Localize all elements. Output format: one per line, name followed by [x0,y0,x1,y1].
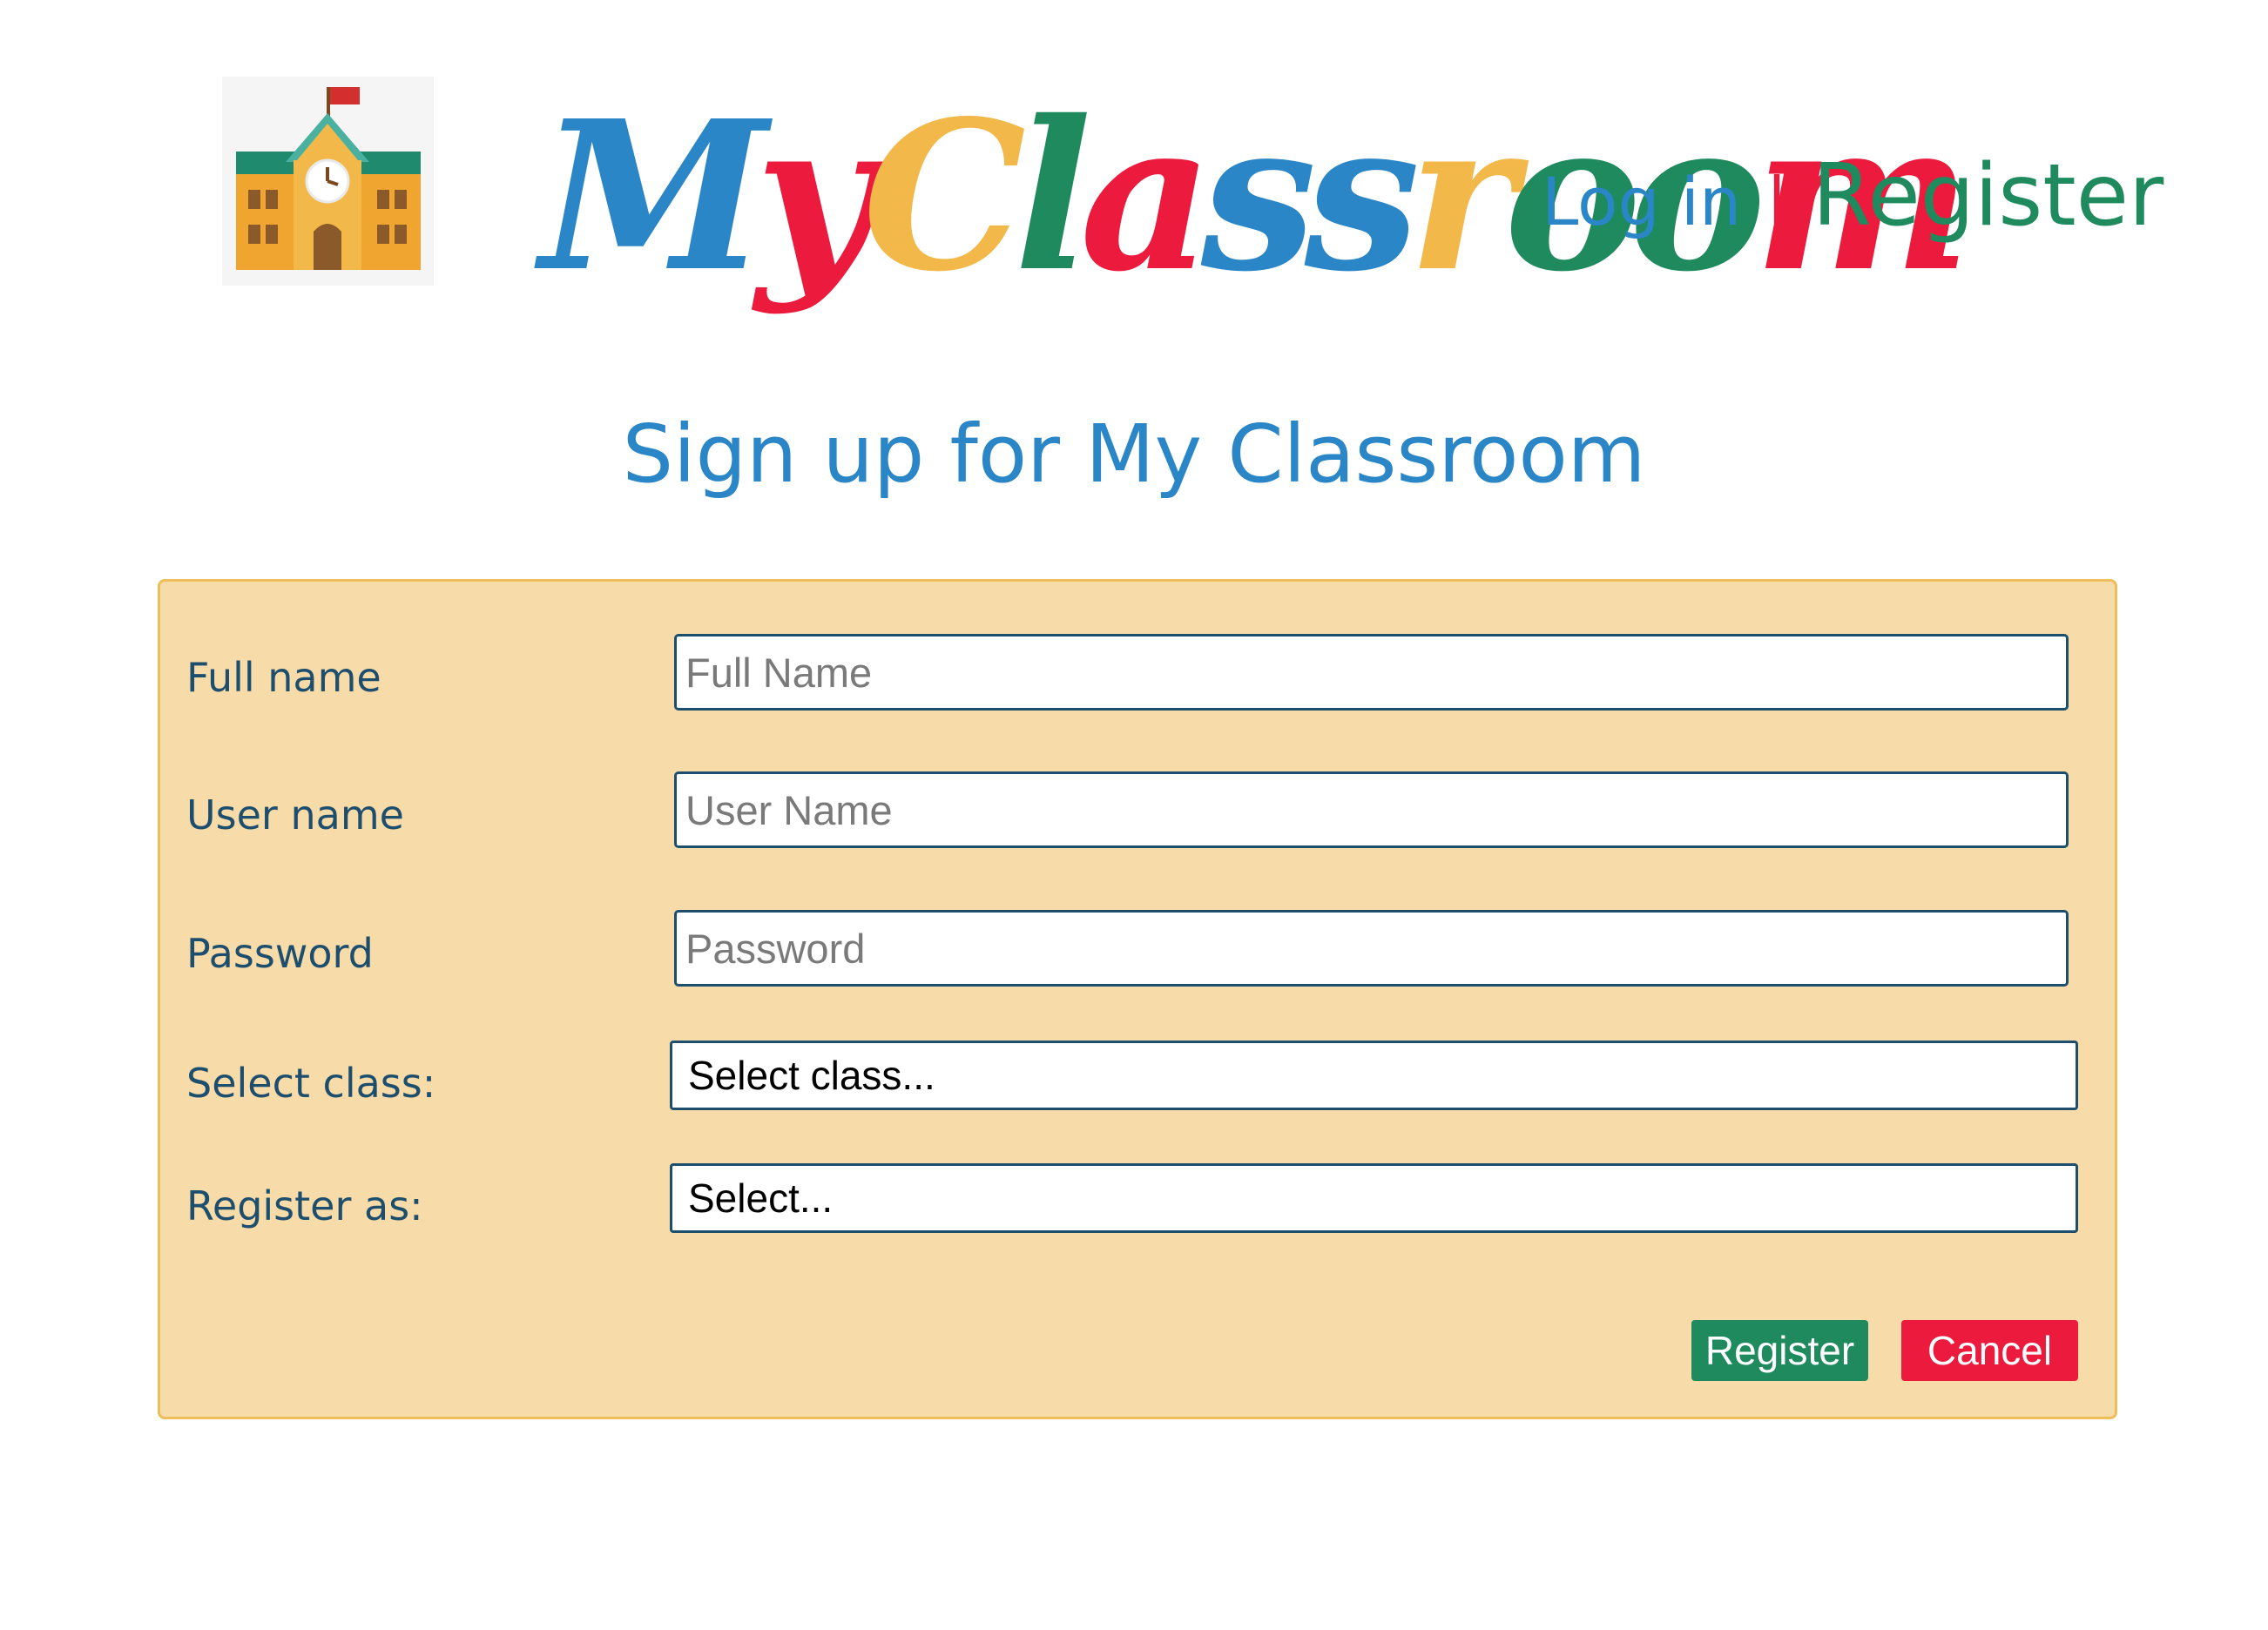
brand-letter: r [1407,75,1516,317]
register-as-dropdown[interactable]: Select... [670,1163,2078,1233]
full-name-input[interactable] [674,634,2069,711]
school-logo[interactable] [222,77,434,286]
select-class-dropdown[interactable]: Select class... [670,1041,2078,1110]
page-title: Sign up for My Classroom [622,408,1646,501]
register-link[interactable]: Register [1812,146,2163,246]
select-class-label: Select class: [186,1060,436,1107]
user-name-input[interactable] [674,771,2069,848]
nav-separator: | [1765,163,1788,240]
register-as-value: Select... [688,1175,834,1221]
full-name-label: Full name [186,654,381,701]
brand-letter: s [1304,75,1421,317]
password-label: Password [186,930,374,977]
cancel-button[interactable]: Cancel [1901,1320,2078,1381]
login-link[interactable]: Log in [1542,163,1741,240]
brand-letter: C [862,75,1026,317]
select-class-value: Select class... [688,1053,935,1098]
brand-letter: a [1079,75,1213,317]
password-input[interactable] [674,910,2069,987]
register-button[interactable]: Register [1691,1320,1868,1381]
school-building-icon [236,87,421,270]
brand-letter: y [755,75,874,317]
signup-form: Full name User name Password Select clas… [158,579,2117,1419]
user-name-label: User name [186,791,404,839]
brand-letter: l [1014,75,1092,317]
register-as-label: Register as: [186,1182,423,1229]
brand-letter: s [1200,75,1317,317]
brand-letter: M [540,75,767,317]
auth-nav: Log in | Register [1542,146,2163,251]
